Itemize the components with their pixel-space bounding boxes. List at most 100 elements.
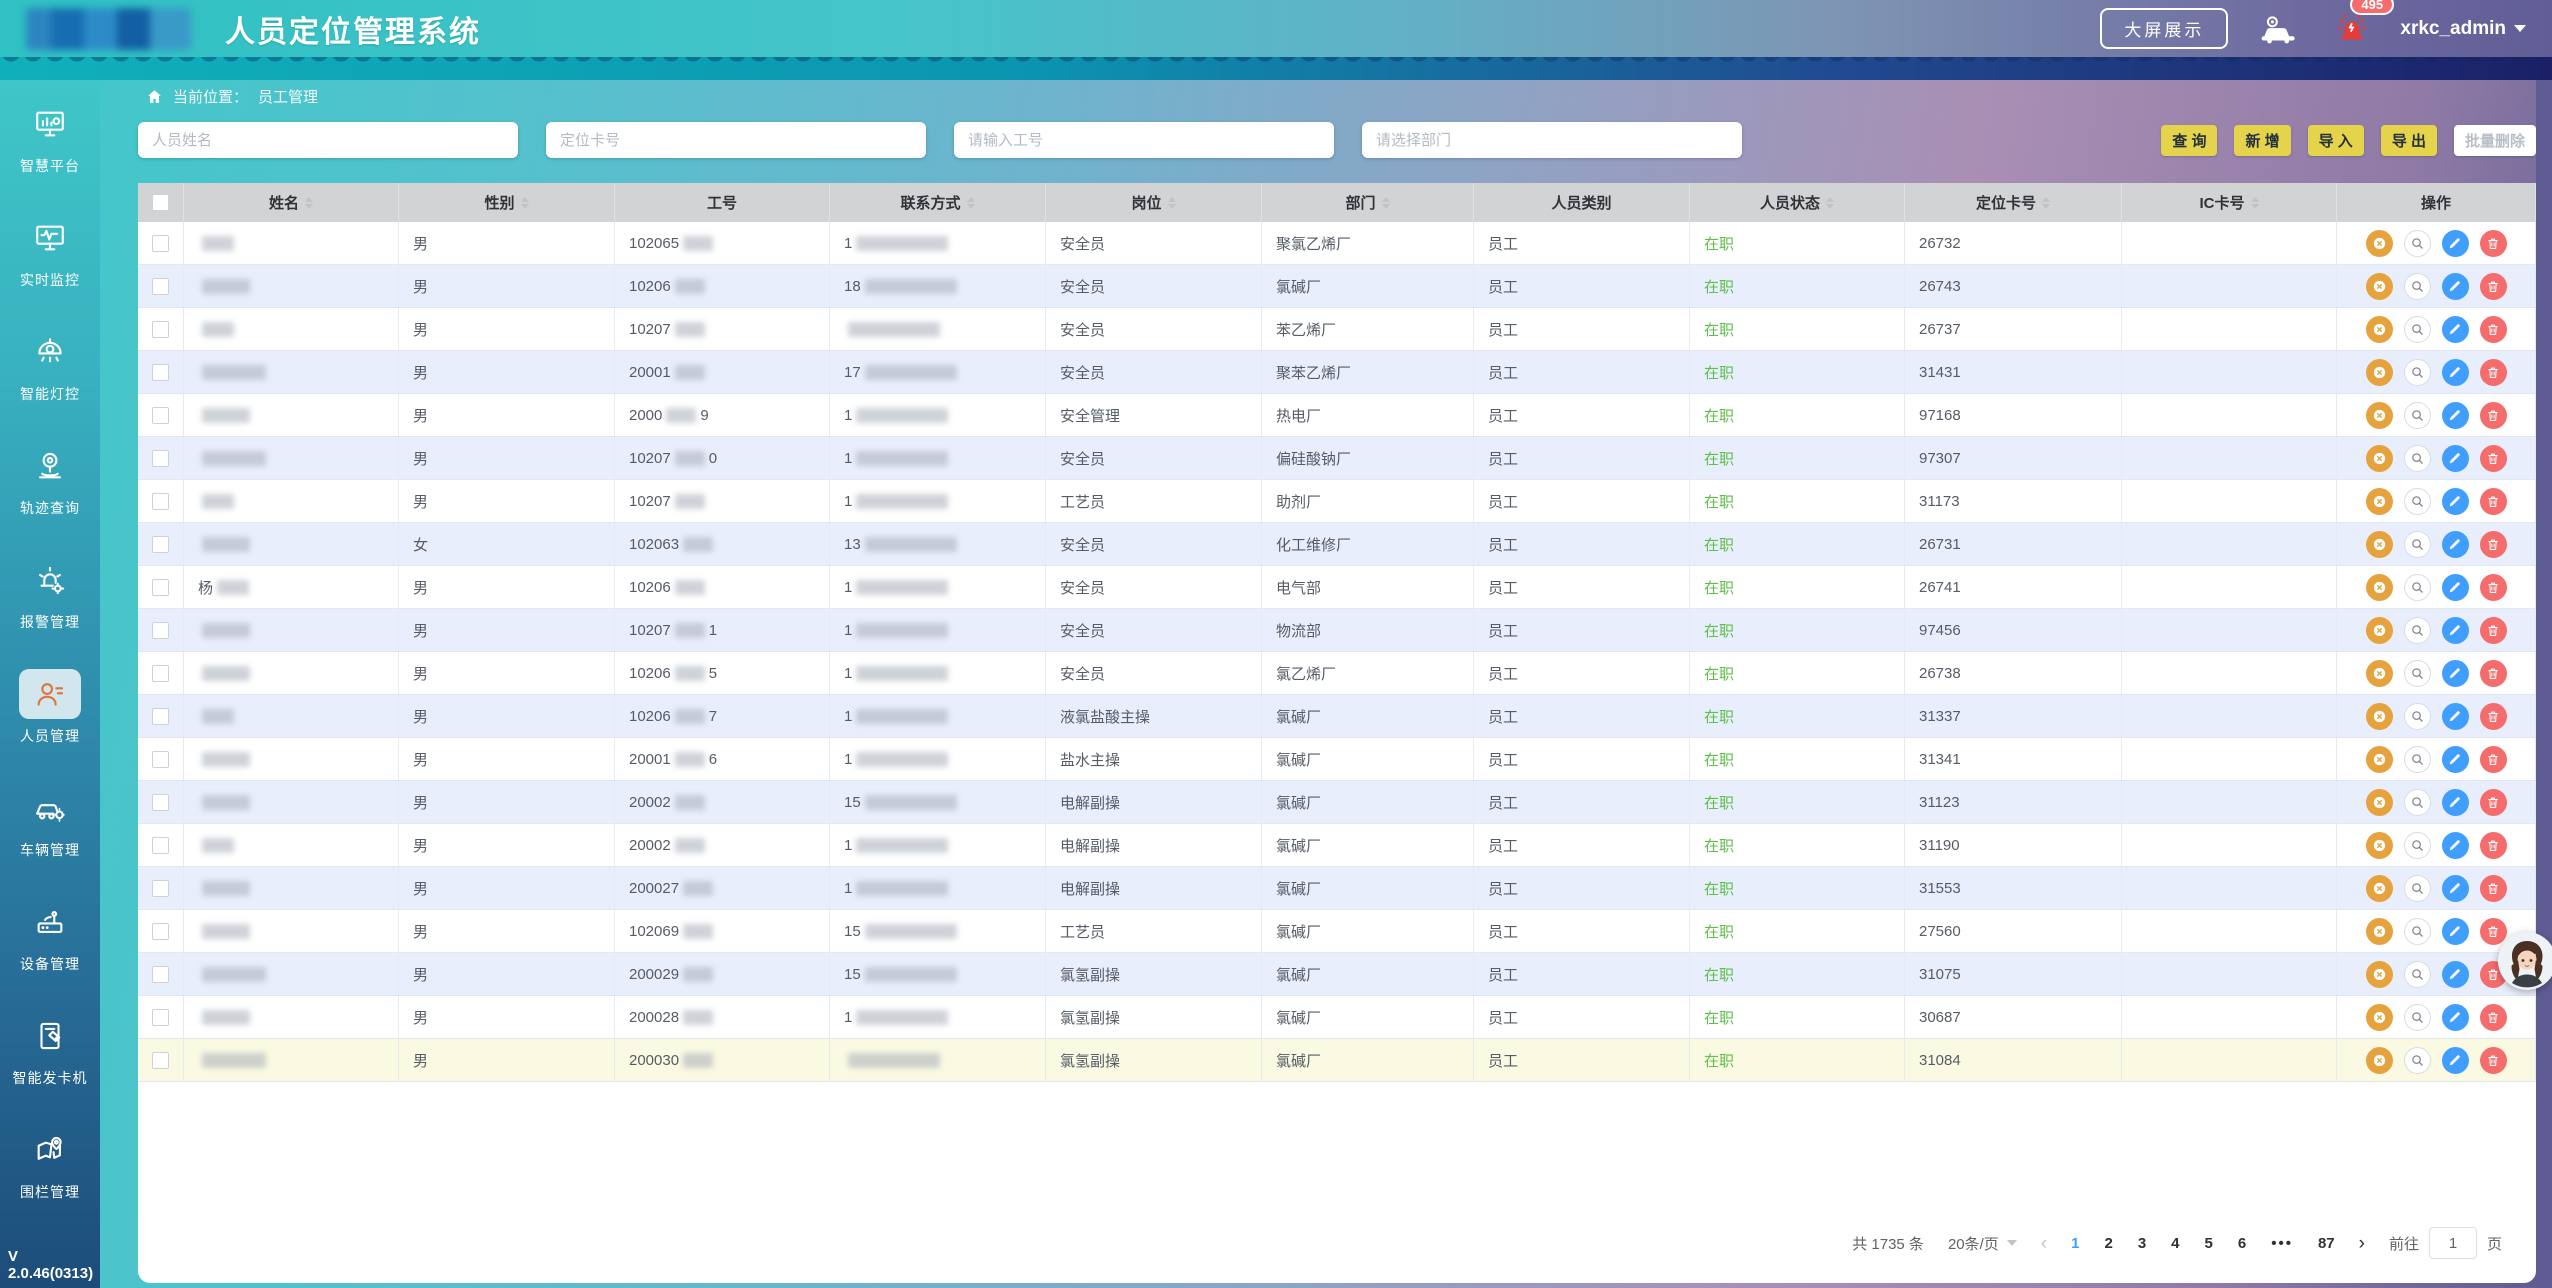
header-select-cell[interactable]	[138, 183, 184, 222]
sidebar-item-vehicle[interactable]: 车辆管理	[0, 764, 100, 878]
row-checkbox[interactable]	[152, 837, 169, 854]
delete-button[interactable]	[2480, 1047, 2507, 1074]
row-checkbox[interactable]	[152, 1009, 169, 1026]
sidebar-item-fence[interactable]: 围栏管理	[0, 1106, 100, 1220]
edit-button[interactable]	[2442, 746, 2469, 773]
row-checkbox[interactable]	[152, 278, 169, 295]
edit-button[interactable]	[2442, 445, 2469, 472]
row-checkbox[interactable]	[152, 364, 169, 381]
delete-button[interactable]	[2480, 746, 2507, 773]
edit-button[interactable]	[2442, 316, 2469, 343]
bind-card-button[interactable]	[2366, 574, 2393, 601]
sidebar-item-personnel[interactable]: 人员管理	[0, 650, 100, 764]
edit-button[interactable]	[2442, 703, 2469, 730]
table-row[interactable]: 男200091安全管理热电厂员工在职97168	[138, 394, 2536, 437]
search-button[interactable]: 查 询	[2161, 125, 2217, 156]
page-button[interactable]: 6	[2238, 1235, 2246, 1252]
bind-card-button[interactable]	[2366, 273, 2393, 300]
delete-button[interactable]	[2480, 703, 2507, 730]
table-row[interactable]: 男200021电解副操氯碱厂员工在职31190	[138, 824, 2536, 867]
view-button[interactable]	[2404, 402, 2431, 429]
row-checkbox[interactable]	[152, 493, 169, 510]
bind-card-button[interactable]	[2366, 1047, 2393, 1074]
column-header[interactable]: 岗位	[1046, 183, 1262, 222]
bind-card-button[interactable]	[2366, 359, 2393, 386]
delete-button[interactable]	[2480, 402, 2507, 429]
view-button[interactable]	[2404, 660, 2431, 687]
sidebar-item-device[interactable]: 设备管理	[0, 878, 100, 992]
row-checkbox[interactable]	[152, 708, 169, 725]
bind-card-button[interactable]	[2366, 316, 2393, 343]
edit-button[interactable]	[2442, 660, 2469, 687]
delete-button[interactable]	[2480, 230, 2507, 257]
table-row[interactable]: 男102071工艺员助剂厂员工在职31173	[138, 480, 2536, 523]
sort-caret-icon[interactable]	[305, 197, 313, 209]
sort-caret-icon[interactable]	[2042, 197, 2050, 209]
page-button[interactable]: 3	[2138, 1235, 2146, 1252]
row-checkbox[interactable]	[152, 321, 169, 338]
delete-button[interactable]	[2480, 488, 2507, 515]
name-filter-input[interactable]	[138, 122, 518, 158]
bind-card-button[interactable]	[2366, 832, 2393, 859]
view-button[interactable]	[2404, 1047, 2431, 1074]
bind-card-button[interactable]	[2366, 961, 2393, 988]
table-row[interactable]: 男200030氯氢副操氯碱厂员工在职31084	[138, 1039, 2536, 1082]
assistant-avatar[interactable]	[2498, 932, 2552, 990]
table-row[interactable]: 男2000161盐水主操氯碱厂员工在职31341	[138, 738, 2536, 781]
edit-button[interactable]	[2442, 1004, 2469, 1031]
delete-button[interactable]	[2480, 789, 2507, 816]
row-checkbox[interactable]	[152, 923, 169, 940]
table-row[interactable]: 男2000271电解副操氯碱厂员工在职31553	[138, 867, 2536, 910]
view-button[interactable]	[2404, 746, 2431, 773]
big-screen-button[interactable]: 大屏展示	[2100, 8, 2228, 49]
bind-card-button[interactable]	[2366, 488, 2393, 515]
table-row[interactable]: 男2000117安全员聚苯乙烯厂员工在职31431	[138, 351, 2536, 394]
column-header[interactable]: 定位卡号	[1905, 183, 2122, 222]
edit-button[interactable]	[2442, 488, 2469, 515]
edit-button[interactable]	[2442, 617, 2469, 644]
sort-caret-icon[interactable]	[1382, 197, 1390, 209]
view-button[interactable]	[2404, 316, 2431, 343]
sidebar-item-card-dispenser[interactable]: 智能发卡机	[0, 992, 100, 1106]
edit-button[interactable]	[2442, 230, 2469, 257]
sidebar-item-alarm-management[interactable]: 报警管理	[0, 536, 100, 650]
row-checkbox[interactable]	[152, 665, 169, 682]
row-checkbox[interactable]	[152, 579, 169, 596]
row-checkbox[interactable]	[152, 407, 169, 424]
row-checkbox[interactable]	[152, 1052, 169, 1069]
sidebar-item-realtime-monitor[interactable]: 实时监控	[0, 194, 100, 308]
view-button[interactable]	[2404, 961, 2431, 988]
delete-button[interactable]	[2480, 832, 2507, 859]
sort-caret-icon[interactable]	[2251, 197, 2259, 209]
card-filter-input[interactable]	[546, 122, 926, 158]
row-checkbox[interactable]	[152, 235, 169, 252]
page-button[interactable]: 87	[2318, 1235, 2335, 1252]
edit-button[interactable]	[2442, 574, 2469, 601]
view-button[interactable]	[2404, 918, 2431, 945]
sidebar-item-trajectory[interactable]: 轨迹查询	[0, 422, 100, 536]
table-row[interactable]: 男1020701安全员偏硅酸钠厂员工在职97307	[138, 437, 2536, 480]
view-button[interactable]	[2404, 617, 2431, 644]
row-checkbox[interactable]	[152, 450, 169, 467]
view-button[interactable]	[2404, 359, 2431, 386]
delete-button[interactable]	[2480, 445, 2507, 472]
table-row[interactable]: 男10207安全员苯乙烯厂员工在职26737	[138, 308, 2536, 351]
sort-caret-icon[interactable]	[967, 197, 975, 209]
prev-page-button[interactable]: ‹	[2041, 1234, 2047, 1253]
bind-card-button[interactable]	[2366, 703, 2393, 730]
page-button[interactable]: 5	[2205, 1235, 2213, 1252]
view-button[interactable]	[2404, 445, 2431, 472]
view-button[interactable]	[2404, 1004, 2431, 1031]
column-header[interactable]: 性别	[399, 183, 615, 222]
table-row[interactable]: 男1020711安全员物流部员工在职97456	[138, 609, 2536, 652]
bind-card-button[interactable]	[2366, 1004, 2393, 1031]
sidebar-item-smart-platform[interactable]: 智慧平台	[0, 80, 100, 194]
edit-button[interactable]	[2442, 832, 2469, 859]
bind-card-button[interactable]	[2366, 918, 2393, 945]
delete-button[interactable]	[2480, 316, 2507, 343]
row-checkbox[interactable]	[152, 536, 169, 553]
department-filter-select[interactable]	[1362, 122, 1742, 158]
row-checkbox[interactable]	[152, 751, 169, 768]
page-size-select[interactable]: 20条/页	[1948, 1233, 2017, 1254]
batch-delete-button[interactable]: 批量删除	[2454, 125, 2536, 156]
